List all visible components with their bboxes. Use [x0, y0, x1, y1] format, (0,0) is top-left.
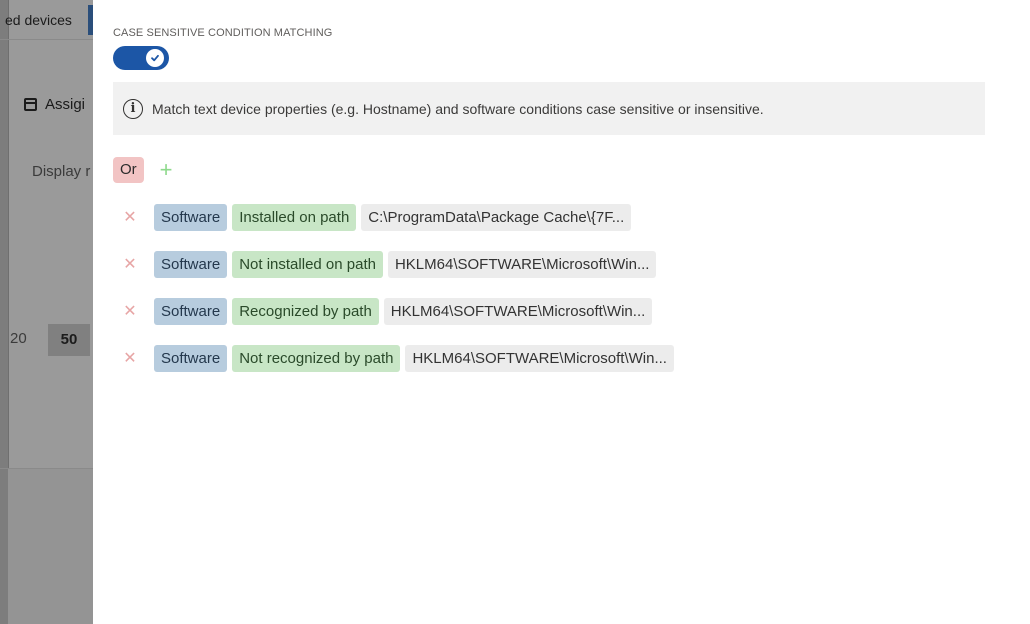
condition-row: ✕ Software Not recognized by path HKLM64…	[113, 344, 679, 372]
toggle-knob	[146, 49, 164, 67]
condition-type-tag[interactable]: Software	[154, 203, 228, 231]
background-divider	[0, 39, 93, 40]
condition-value-tag[interactable]: HKLM64\SOFTWARE\Microsoft\Win...	[383, 297, 653, 325]
condition-panel: CASE SENSITIVE CONDITION MATCHING i Matc…	[93, 0, 1030, 624]
background-display-label: Display r	[32, 163, 91, 180]
condition-type-tag[interactable]: Software	[154, 250, 228, 278]
condition-row: ✕ Software Installed on path C:\ProgramD…	[113, 203, 679, 231]
case-sensitive-toggle[interactable]	[113, 46, 169, 70]
close-icon[interactable]: ✕	[123, 203, 137, 231]
condition-type-tag[interactable]: Software	[154, 344, 228, 372]
background-page-size-20: 20	[10, 330, 27, 347]
condition-operator-tag[interactable]: Recognized by path	[232, 297, 379, 325]
info-text: Match text device properties (e.g. Hostn…	[152, 100, 764, 117]
background-page: ed devices Assigi Display r 20 50	[0, 0, 93, 624]
condition-row: ✕ Software Recognized by path HKLM64\SOF…	[113, 297, 679, 325]
condition-value-tag[interactable]: HKLM64\SOFTWARE\Microsoft\Win...	[405, 344, 674, 372]
case-sensitive-label: CASE SENSITIVE CONDITION MATCHING	[113, 27, 333, 39]
background-tab: ed devices	[5, 12, 72, 28]
condition-list: ✕ Software Installed on path C:\ProgramD…	[113, 203, 679, 391]
group-operator-badge[interactable]: Or	[113, 157, 144, 183]
calendar-icon	[24, 98, 37, 111]
info-message: i Match text device properties (e.g. Hos…	[113, 82, 985, 135]
condition-operator-tag[interactable]: Not recognized by path	[232, 344, 401, 372]
background-lower-area	[8, 469, 93, 624]
close-icon[interactable]: ✕	[123, 250, 137, 278]
check-icon	[151, 54, 159, 62]
close-icon[interactable]: ✕	[123, 297, 137, 325]
condition-operator-tag[interactable]: Not installed on path	[232, 250, 383, 278]
group-operator-row: Or +	[113, 157, 173, 183]
condition-value-tag[interactable]: C:\ProgramData\Package Cache\{7F...	[361, 203, 632, 231]
condition-value-tag[interactable]: HKLM64\SOFTWARE\Microsoft\Win...	[387, 250, 657, 278]
background-assign-label: Assigi	[45, 96, 86, 113]
condition-row: ✕ Software Not installed on path HKLM64\…	[113, 250, 679, 278]
close-icon[interactable]: ✕	[123, 344, 137, 372]
plus-icon[interactable]: +	[160, 157, 173, 183]
condition-type-tag[interactable]: Software	[154, 297, 228, 325]
condition-operator-tag[interactable]: Installed on path	[232, 203, 357, 231]
background-page-size-50: 50	[48, 324, 90, 356]
info-icon: i	[123, 98, 143, 119]
background-assign-button: Assigi	[24, 96, 85, 113]
